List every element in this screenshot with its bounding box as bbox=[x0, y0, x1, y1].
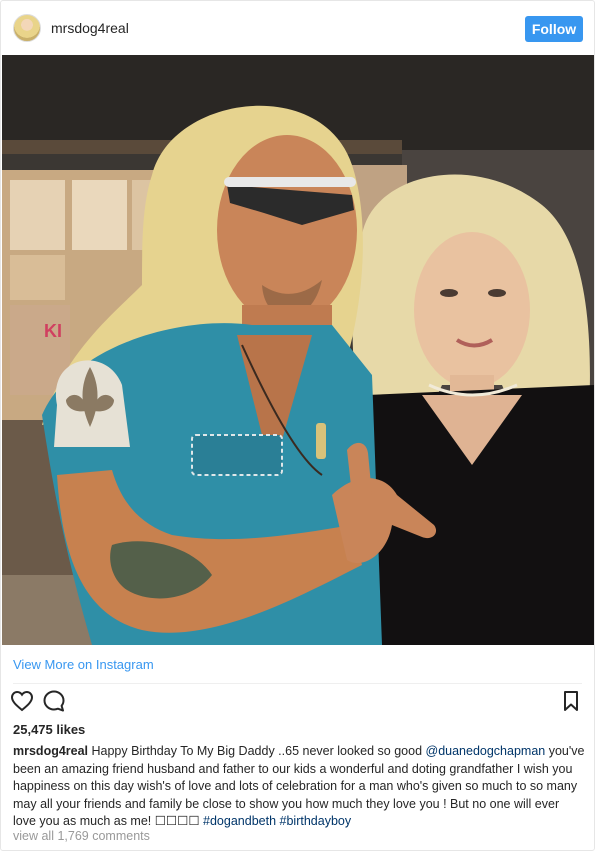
caption-text: Happy Birthday To My Big Daddy ..65 neve… bbox=[88, 744, 426, 758]
caption-username[interactable]: mrsdog4real bbox=[13, 744, 88, 758]
caption-mention[interactable]: @duanedogchapman bbox=[426, 744, 546, 758]
post-photo[interactable]: KI bbox=[2, 55, 594, 645]
post-header: mrsdog4real Follow bbox=[1, 1, 594, 55]
action-bar bbox=[1, 689, 594, 717]
svg-text:KI: KI bbox=[44, 321, 62, 341]
post-caption: mrsdog4real Happy Birthday To My Big Dad… bbox=[13, 743, 585, 831]
username[interactable]: mrsdog4real bbox=[51, 20, 129, 36]
instagram-embed-card: mrsdog4real Follow KI View More on Insta… bbox=[0, 0, 595, 851]
view-all-comments-link[interactable]: view all 1,769 comments bbox=[13, 829, 150, 843]
divider bbox=[13, 683, 582, 684]
caption-hashtag[interactable]: #dogandbeth bbox=[203, 814, 276, 828]
heart-icon[interactable] bbox=[10, 689, 34, 713]
view-more-on-instagram-link[interactable]: View More on Instagram bbox=[13, 657, 154, 672]
bookmark-icon[interactable] bbox=[559, 689, 583, 713]
likes-count[interactable]: 25,475 likes bbox=[13, 722, 85, 737]
follow-button[interactable]: Follow bbox=[525, 16, 583, 42]
caption-hashtag[interactable]: #birthdayboy bbox=[280, 814, 352, 828]
avatar[interactable] bbox=[13, 14, 41, 42]
comment-bubble-icon[interactable] bbox=[42, 689, 66, 713]
